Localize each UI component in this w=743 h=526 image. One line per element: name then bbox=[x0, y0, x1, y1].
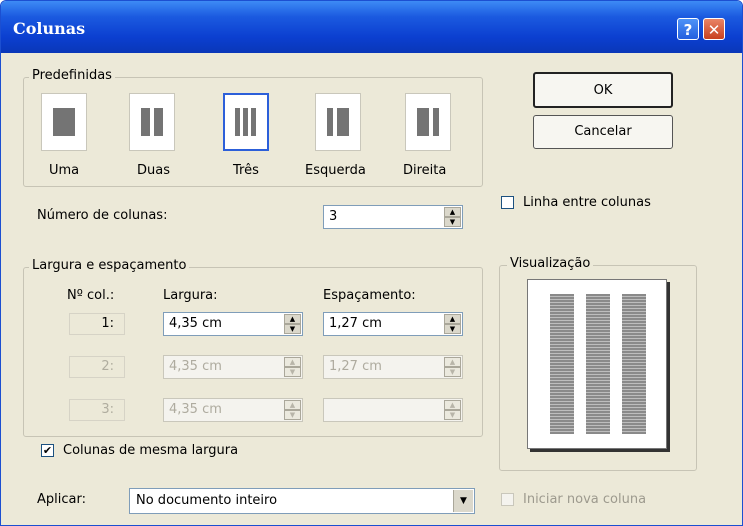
preset-three[interactable] bbox=[223, 93, 269, 151]
cancel-button[interactable]: Cancelar bbox=[533, 115, 673, 149]
spin-down-icon[interactable]: ▼ bbox=[444, 324, 461, 334]
col-number-1: 1: bbox=[69, 313, 125, 335]
columns-dialog: Colunas ? ✕ Predefinidas Uma Duas Três E… bbox=[0, 0, 743, 526]
preset-one-label: Uma bbox=[49, 163, 80, 178]
spin-down-icon: ▼ bbox=[284, 410, 301, 420]
spacing-header: Espaçamento: bbox=[323, 288, 416, 303]
preset-three-label: Três bbox=[233, 163, 259, 178]
spacing-value-1: 1,27 cm bbox=[329, 316, 382, 331]
width-spinner-1[interactable]: ▲ ▼ bbox=[284, 314, 301, 334]
preset-left[interactable] bbox=[315, 93, 361, 151]
dropdown-arrow-icon[interactable]: ▼ bbox=[453, 490, 473, 512]
width-field-3: 4,35 cm ▲ ▼ bbox=[163, 398, 303, 422]
presets-legend: Predefinidas bbox=[29, 68, 115, 83]
checkmark-icon: ✔ bbox=[42, 444, 53, 457]
spacing-spinner-1[interactable]: ▲ ▼ bbox=[444, 314, 461, 334]
col-header: Nº col.: bbox=[67, 288, 115, 303]
col-number-2: 2: bbox=[69, 356, 125, 378]
equal-width-checkbox[interactable]: ✔ bbox=[41, 444, 54, 457]
dialog-title: Colunas bbox=[13, 19, 86, 38]
close-button[interactable]: ✕ bbox=[703, 18, 725, 40]
width-spinner-3: ▲ ▼ bbox=[284, 400, 301, 420]
num-columns-field[interactable]: 3 ▲ ▼ bbox=[323, 205, 463, 229]
spin-up-icon: ▲ bbox=[444, 357, 461, 367]
spacing-spinner-3: ▲ ▼ bbox=[444, 400, 461, 420]
title-bar[interactable]: Colunas ? ✕ bbox=[1, 1, 742, 53]
spin-up-icon: ▲ bbox=[284, 400, 301, 410]
new-column-label: Iniciar nova coluna bbox=[523, 492, 647, 507]
spin-down-icon: ▼ bbox=[284, 367, 301, 377]
line-between-checkbox[interactable] bbox=[501, 196, 514, 209]
spin-up-icon: ▲ bbox=[444, 400, 461, 410]
spin-up-icon[interactable]: ▲ bbox=[444, 314, 461, 324]
apply-value: No documento inteiro bbox=[136, 493, 278, 508]
col-number-3: 3: bbox=[69, 399, 125, 421]
spin-up-icon: ▲ bbox=[284, 357, 301, 367]
width-spinner-2: ▲ ▼ bbox=[284, 357, 301, 377]
preset-right-label: Direita bbox=[403, 163, 447, 178]
spin-down-icon: ▼ bbox=[444, 410, 461, 420]
num-columns-spinner[interactable]: ▲ ▼ bbox=[444, 207, 461, 227]
ok-button[interactable]: OK bbox=[533, 72, 673, 108]
spin-up-icon[interactable]: ▲ bbox=[284, 314, 301, 324]
width-header: Largura: bbox=[163, 288, 218, 303]
preset-two[interactable] bbox=[129, 93, 175, 151]
width-value-1: 4,35 cm bbox=[169, 316, 222, 331]
spin-down-icon[interactable]: ▼ bbox=[444, 217, 461, 227]
spacing-value-2: 1,27 cm bbox=[329, 359, 382, 374]
spacing-spinner-2: ▲ ▼ bbox=[444, 357, 461, 377]
width-field-2: 4,35 cm ▲ ▼ bbox=[163, 355, 303, 379]
preset-two-label: Duas bbox=[137, 163, 170, 178]
line-between-label: Linha entre colunas bbox=[523, 195, 651, 210]
preset-one[interactable] bbox=[41, 93, 87, 151]
help-button[interactable]: ? bbox=[677, 18, 699, 40]
spacing-field-2: 1,27 cm ▲ ▼ bbox=[323, 355, 463, 379]
num-columns-label: Número de colunas: bbox=[37, 208, 168, 223]
spin-up-icon[interactable]: ▲ bbox=[444, 207, 461, 217]
preview-column bbox=[586, 294, 610, 434]
width-value-2: 4,35 cm bbox=[169, 359, 222, 374]
equal-width-label: Colunas de mesma largura bbox=[63, 443, 239, 458]
apply-select[interactable]: No documento inteiro ▼ bbox=[129, 488, 475, 514]
preview-legend: Visualização bbox=[507, 256, 594, 271]
preview-page bbox=[527, 279, 667, 449]
width-value-3: 4,35 cm bbox=[169, 402, 222, 417]
spin-down-icon: ▼ bbox=[444, 367, 461, 377]
width-field-1[interactable]: 4,35 cm ▲ ▼ bbox=[163, 312, 303, 336]
width-spacing-legend: Largura e espaçamento bbox=[29, 258, 190, 273]
preview-column bbox=[622, 294, 646, 434]
preset-right[interactable] bbox=[405, 93, 451, 151]
preview-column bbox=[550, 294, 574, 434]
new-column-checkbox bbox=[501, 493, 514, 506]
spin-down-icon[interactable]: ▼ bbox=[284, 324, 301, 334]
preset-left-label: Esquerda bbox=[305, 163, 366, 178]
spacing-field-3: ▲ ▼ bbox=[323, 398, 463, 422]
num-columns-value: 3 bbox=[329, 209, 338, 224]
spacing-field-1[interactable]: 1,27 cm ▲ ▼ bbox=[323, 312, 463, 336]
apply-label: Aplicar: bbox=[37, 492, 86, 507]
